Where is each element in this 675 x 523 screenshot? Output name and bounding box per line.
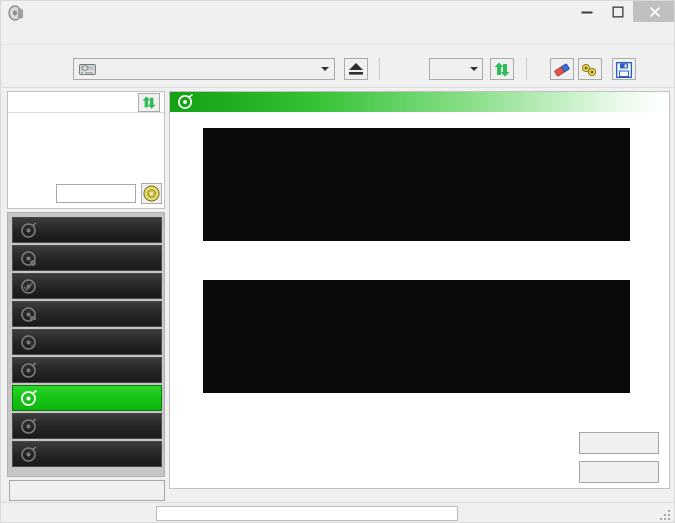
stats-table [170, 415, 669, 489]
menu-file[interactable] [11, 27, 19, 43]
sidebar-item-verify-test-disc[interactable] [12, 273, 162, 299]
drive-info-icon [20, 306, 37, 323]
drive-select[interactable] [73, 58, 335, 80]
close-button[interactable] [633, 1, 674, 22]
start-part-button[interactable] [579, 461, 659, 483]
jitter-plot-area[interactable] [203, 280, 630, 393]
bler-chart [170, 112, 669, 260]
toolbar-separator-2 [526, 58, 527, 80]
sidebar-item-disc-quality[interactable] [12, 357, 162, 383]
eject-button[interactable] [344, 58, 368, 80]
app-icon [7, 4, 25, 22]
sidebar-item-transfer-rate[interactable] [12, 217, 162, 243]
disc-panel-header [8, 92, 164, 113]
disc-test-icon [20, 222, 37, 239]
extra-tests-icon [20, 446, 37, 463]
status-window-button[interactable] [9, 480, 165, 501]
fe-te-icon [20, 418, 37, 435]
save-button[interactable] [612, 58, 636, 80]
sidebar-item-extra-tests[interactable] [12, 441, 162, 467]
sidebar-item-create-test-disc[interactable] [12, 245, 162, 271]
status-bar [1, 502, 674, 522]
main-content [169, 91, 670, 489]
toolbar-separator-1 [379, 58, 380, 80]
disc-info-icon: i [20, 334, 37, 351]
optical-drive-icon [79, 61, 96, 80]
cd-bler-icon [20, 389, 37, 407]
sidebar-item-disc-info[interactable]: i [12, 329, 162, 355]
maximize-button[interactable] [602, 1, 633, 22]
disc-row-type [8, 118, 164, 133]
jitter-chart [170, 264, 669, 412]
refresh-button[interactable] [490, 58, 514, 80]
disc-verify-icon [20, 278, 37, 295]
cd-bler-icon [177, 93, 193, 110]
sidebar-item-cd-bler[interactable] [12, 385, 162, 411]
disc-row-length [8, 148, 164, 163]
disc-burn-icon [20, 250, 37, 267]
menu-help[interactable] [144, 27, 152, 43]
disc-panel [7, 91, 165, 209]
bler-plot-area[interactable] [203, 128, 630, 241]
svg-text:i: i [31, 341, 33, 351]
disc-refresh-button[interactable] [138, 93, 160, 112]
tools-button[interactable] [578, 58, 602, 80]
sidebar-item-drive-info[interactable] [12, 301, 162, 327]
disc-row-mid [8, 133, 164, 148]
speed-select[interactable] [429, 58, 483, 80]
start-full-button[interactable] [579, 432, 659, 454]
chevron-down-icon[interactable] [466, 59, 482, 79]
progress-bar [156, 506, 458, 521]
menu-extra[interactable] [104, 27, 112, 43]
menu-bar [1, 25, 674, 45]
app-window: i [0, 0, 675, 523]
erase-button[interactable] [550, 58, 574, 80]
chevron-down-icon[interactable] [316, 59, 334, 79]
resize-grip[interactable] [660, 509, 672, 521]
sidebar-item-fe-te[interactable] [12, 413, 162, 439]
minimize-button[interactable] [571, 1, 602, 22]
disc-label-input[interactable] [56, 184, 136, 203]
content-header [170, 92, 669, 112]
disc-label-button[interactable] [141, 183, 162, 204]
sidebar-nav: i [7, 212, 165, 477]
menu-start-test[interactable] [43, 27, 51, 43]
disc-row-contents [8, 163, 164, 178]
title-bar [1, 1, 674, 25]
disc-quality-icon [20, 362, 37, 379]
